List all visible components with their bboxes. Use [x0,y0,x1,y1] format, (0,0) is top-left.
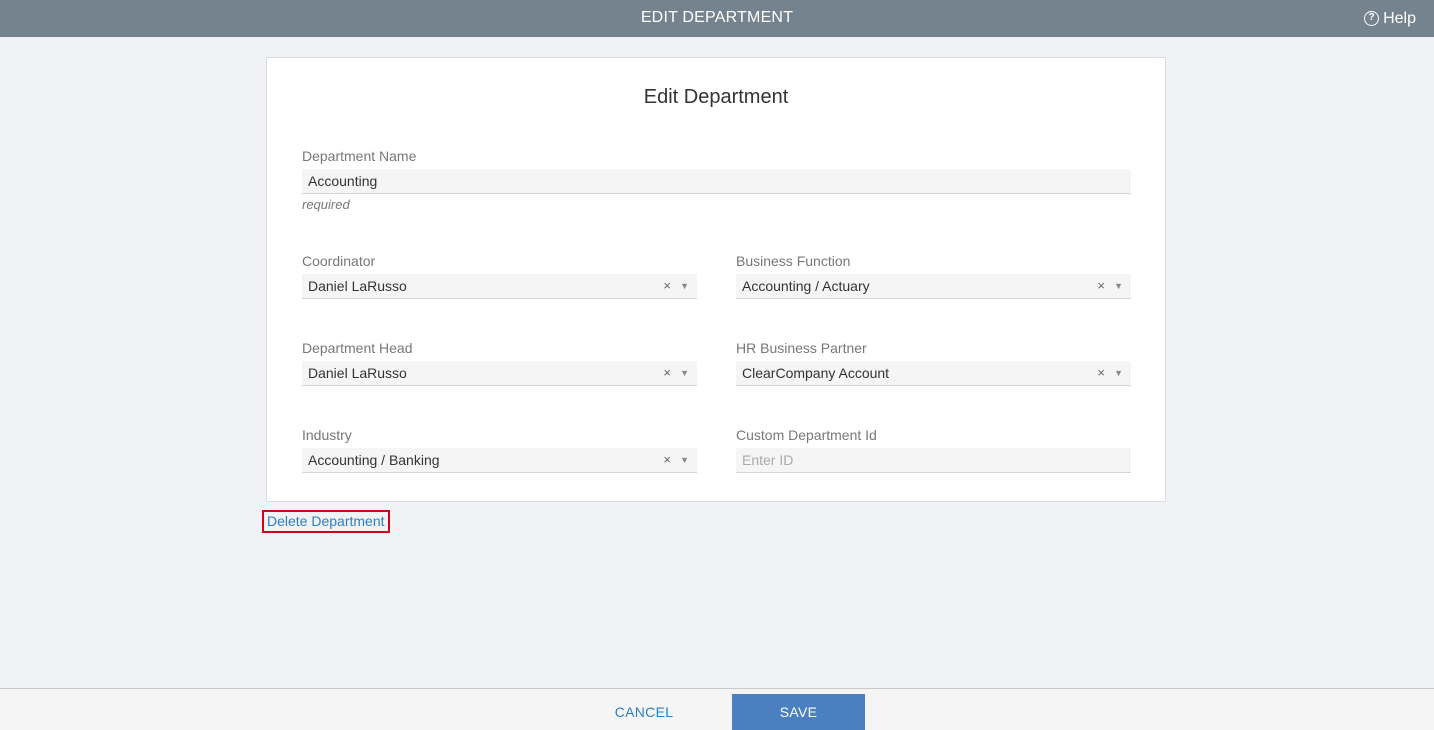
question-circle-icon: ? [1364,11,1380,26]
industry-value: Accounting / Banking [308,452,440,468]
delete-department-link[interactable]: Delete Department [262,510,390,533]
department-head-value: Daniel LaRusso [308,365,407,381]
help-label: Help [1383,10,1416,27]
industry-select[interactable]: Accounting / Banking × ▼ [302,448,697,473]
industry-field: Industry Accounting / Banking × ▼ [302,426,697,473]
business-function-label: Business Function [736,253,851,269]
department-head-field: Department Head Daniel LaRusso × ▼ [302,339,697,386]
department-head-select[interactable]: Daniel LaRusso × ▼ [302,361,697,386]
chevron-down-icon[interactable]: ▼ [680,274,689,298]
coordinator-value: Daniel LaRusso [308,278,407,294]
clear-icon[interactable]: × [663,448,671,472]
business-function-field: Business Function Accounting / Actuary ×… [736,252,1131,299]
coordinator-label: Coordinator [302,253,376,269]
required-hint: required [302,197,350,212]
form-title: Edit Department [643,86,789,108]
clear-icon[interactable]: × [663,274,671,298]
help-button[interactable]: ? Help [1364,0,1416,37]
page-header-title: EDIT DEPARTMENT [640,9,794,26]
clear-icon[interactable]: × [1097,274,1105,298]
hr-business-partner-select[interactable]: ClearCompany Account × ▼ [736,361,1131,386]
hr-business-partner-field: HR Business Partner ClearCompany Account… [736,339,1131,386]
top-bar: EDIT DEPARTMENT ? Help [0,0,1434,37]
hr-business-partner-value: ClearCompany Account [742,365,890,381]
department-name-label: Department Name [302,148,417,164]
chevron-down-icon[interactable]: ▼ [680,448,689,472]
custom-department-id-label: Custom Department Id [736,427,877,443]
department-name-field: Department Name Accounting required [302,147,1131,212]
department-name-input[interactable]: Accounting [302,169,1131,194]
department-head-label: Department Head [302,340,413,356]
coordinator-select[interactable]: Daniel LaRusso × ▼ [302,274,697,299]
business-function-select[interactable]: Accounting / Actuary × ▼ [736,274,1131,299]
coordinator-field: Coordinator Daniel LaRusso × ▼ [302,252,697,299]
footer-bar: CANCEL SAVE [0,688,1434,730]
chevron-down-icon[interactable]: ▼ [1114,274,1123,298]
clear-icon[interactable]: × [663,361,671,385]
edit-department-card: Edit Department Department Name Accounti… [266,57,1166,502]
save-button[interactable]: SAVE [732,694,865,730]
industry-label: Industry [302,427,352,443]
clear-icon[interactable]: × [1097,361,1105,385]
hr-business-partner-label: HR Business Partner [736,340,867,356]
custom-department-id-input[interactable]: Enter ID [736,448,1131,473]
chevron-down-icon[interactable]: ▼ [1114,361,1123,385]
custom-department-id-field: Custom Department Id Enter ID [736,426,1131,473]
cancel-button[interactable]: CANCEL [596,695,692,730]
business-function-value: Accounting / Actuary [742,278,870,294]
chevron-down-icon[interactable]: ▼ [680,361,689,385]
